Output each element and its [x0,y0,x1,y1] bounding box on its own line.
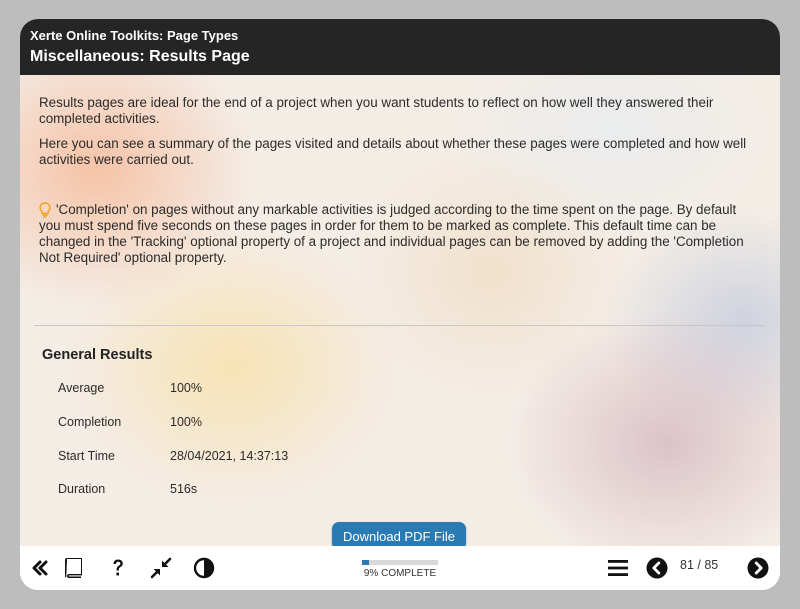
app-window: Xerte Online Toolkits: Page Types Miscel… [20,19,780,590]
contrast-icon[interactable] [192,556,216,580]
glossary-book-icon[interactable] [62,556,86,580]
previous-page-icon[interactable] [645,556,669,580]
result-label-completion: Completion [58,415,122,429]
result-value-duration: 516s [170,482,198,496]
footer-toolbar: 9% COMPLETE 81 / 85 [20,546,780,590]
course-title: Xerte Online Toolkits: Page Types [30,28,239,43]
page-counter: 81 / 85 [680,558,719,572]
section-divider [34,325,765,326]
page-title: Miscellaneous: Results Page [30,48,250,65]
result-label-average: Average [58,381,105,395]
result-value-average: 100% [170,381,202,395]
result-value-start-time: 28/04/2021, 14:37:13 [170,449,289,463]
progress-bar-fill [362,560,369,565]
page-content: Results pages are ideal for the end of a… [20,75,780,550]
general-results-title: General Results [42,347,153,363]
progress-label: 9% COMPLETE [363,568,437,579]
intro-paragraph-1: Results pages are ideal for the end of a… [39,95,714,126]
result-value-completion: 100% [170,415,202,429]
menu-icon[interactable] [606,556,630,580]
progress-bar [362,560,438,565]
next-page-icon[interactable] [746,556,770,580]
help-icon[interactable] [106,556,130,580]
intro-paragraph-2: Here you can see a summary of the pages … [39,136,747,167]
minimize-icon[interactable] [149,556,173,580]
completion-tip: 'Completion' on pages without any markab… [39,202,744,265]
result-label-start-time: Start Time [58,449,115,463]
double-chevron-left-icon[interactable] [28,556,52,580]
header-bar: Xerte Online Toolkits: Page Types Miscel… [20,19,780,75]
result-label-duration: Duration [58,482,106,496]
